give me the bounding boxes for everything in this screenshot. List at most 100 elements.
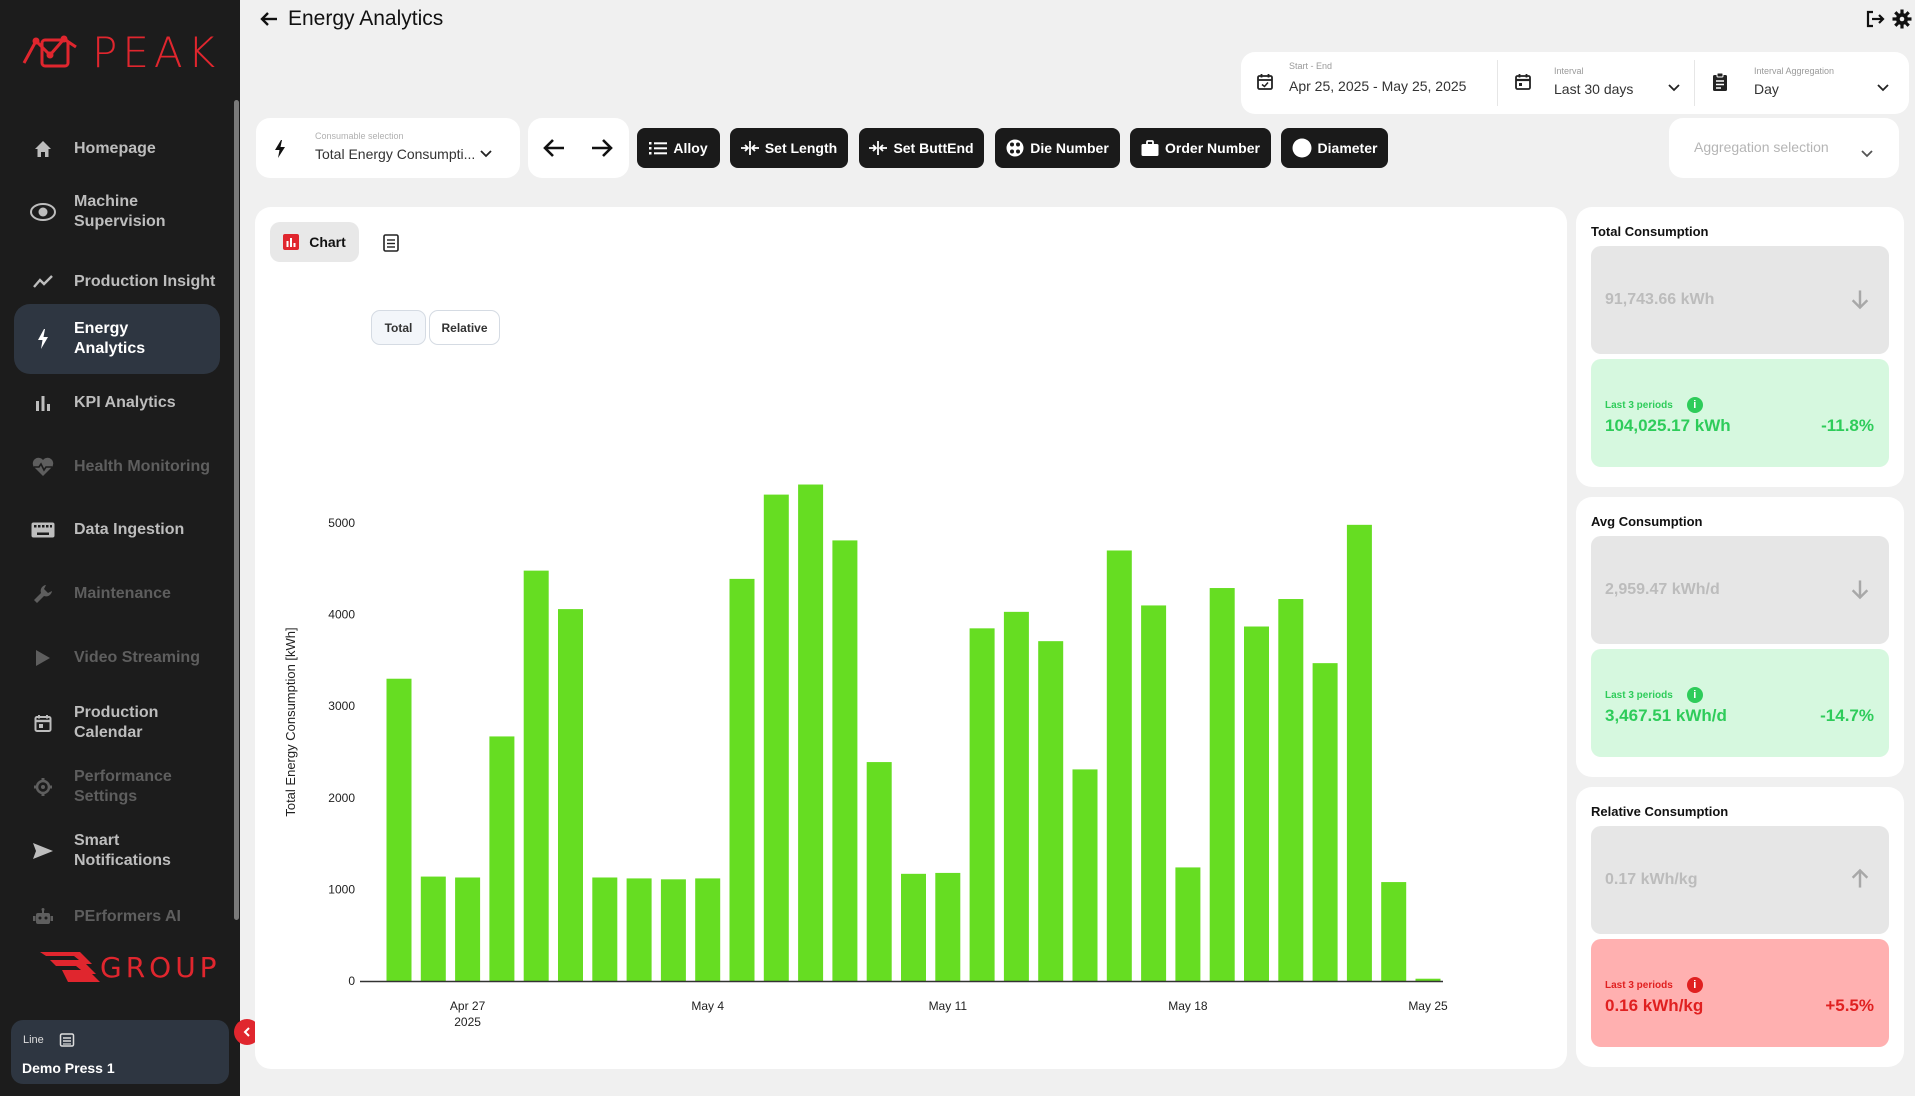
bar-apr-25[interactable]	[386, 678, 412, 981]
line-selector[interactable]: Line Demo Press 1	[11, 1020, 229, 1084]
kpi-period-value: 0.16 kWh/kg	[1605, 996, 1704, 1015]
sidebar-item-maintenance[interactable]: Maintenance	[14, 568, 220, 620]
robot-icon	[30, 904, 56, 930]
bar-apr-28[interactable]	[489, 736, 515, 981]
settings-gear-icon[interactable]	[1891, 8, 1913, 30]
bar-may-5[interactable]	[729, 578, 755, 981]
kpi-change-percent: -11.8%	[1821, 416, 1874, 435]
compress-arrows-icon	[740, 141, 759, 155]
bar-chart-icon	[30, 390, 56, 416]
aggregation-selection-placeholder: Aggregation selection	[1694, 139, 1829, 155]
alloy-filter-button[interactable]: Alloy	[637, 128, 720, 168]
sidebar-item-production-insight[interactable]: Production Insight	[14, 256, 220, 308]
kpi-value: 2,959.47 kWh/d	[1605, 581, 1720, 598]
set-buttend-filter-button[interactable]: Set ButtEnd	[859, 128, 984, 168]
bar-may-9[interactable]	[866, 762, 892, 981]
sidebar-item-energy-analytics[interactable]: Energy Analytics	[14, 304, 220, 374]
bar-may-1[interactable]	[592, 877, 618, 981]
bar-may-19[interactable]	[1209, 588, 1235, 981]
previous-period-arrow-icon[interactable]	[542, 137, 566, 159]
interval-value: Last 30 days	[1554, 81, 1634, 97]
y-tick-label: 5000	[328, 516, 355, 530]
sidebar-item-homepage[interactable]: Homepage	[14, 123, 220, 175]
info-icon[interactable]: i	[1686, 687, 1703, 703]
kpi-current-value-box: 91,743.66 kWh	[1591, 246, 1889, 354]
consumable-select[interactable]: Consumable selection Total Energy Consum…	[256, 118, 520, 178]
sidebar-item-data-ingestion[interactable]: Data Ingestion	[14, 504, 220, 556]
kpi-period-value: 3,467.51 kWh/d	[1605, 706, 1727, 725]
bar-may-25[interactable]	[1415, 978, 1441, 981]
sidebar-scrollbar[interactable]	[234, 100, 239, 920]
die-number-filter-button[interactable]: Die Number	[995, 128, 1120, 168]
bar-may-17[interactable]	[1141, 605, 1167, 981]
list-icon	[59, 1033, 75, 1047]
calendar-icon	[30, 710, 56, 736]
wrench-icon	[30, 581, 56, 607]
chevron-down-icon	[1861, 150, 1873, 158]
aggregation-label: Interval Aggregation	[1754, 66, 1835, 76]
sidebar-item-production-calendar[interactable]: Production Calendar	[14, 691, 220, 755]
arrow-up-icon	[1851, 868, 1869, 888]
next-period-arrow-icon[interactable]	[590, 137, 614, 159]
sidebar-item-label: Energy Analytics	[74, 320, 146, 357]
bar-may-20[interactable]	[1244, 626, 1269, 981]
bar-may-21[interactable]	[1278, 599, 1304, 981]
set-length-filter-button[interactable]: Set Length	[730, 128, 848, 168]
consumable-value: Total Energy Consumpti...	[315, 146, 476, 162]
bar-apr-26[interactable]	[420, 876, 446, 981]
bar-may-15[interactable]	[1072, 769, 1098, 981]
bar-apr-29[interactable]	[523, 570, 549, 981]
bar-may-16[interactable]	[1106, 550, 1132, 981]
sidebar-item-label: Data Ingestion	[74, 521, 185, 538]
group-logo: GROUP	[40, 950, 221, 984]
date-range-picker[interactable]: Start - End Apr 25, 2025 - May 25, 2025	[1241, 52, 1497, 114]
sidebar-item-video-streaming[interactable]: Video Streaming	[14, 632, 220, 684]
back-arrow-icon[interactable]	[258, 8, 280, 30]
bar-may-23[interactable]	[1346, 524, 1372, 981]
bolt-icon	[275, 140, 285, 158]
x-tick-label: May 18	[1168, 999, 1208, 1013]
sidebar-item-performance-settings[interactable]: Performance Settings	[14, 755, 220, 819]
bar-may-14[interactable]	[1038, 641, 1064, 981]
bar-apr-30[interactable]	[558, 609, 583, 981]
arrow-down-icon	[1851, 580, 1869, 600]
bar-may-8[interactable]	[832, 540, 858, 981]
bar-may-24[interactable]	[1381, 882, 1407, 981]
sidebar-item-performers-ai[interactable]: PErformers AI	[14, 891, 220, 943]
peak-logo[interactable]: PEAK	[20, 28, 220, 77]
diameter-filter-label: Diameter	[1317, 140, 1378, 156]
bar-may-4[interactable]	[695, 878, 721, 981]
info-icon[interactable]: i	[1686, 397, 1703, 413]
kpi-period-label: Last 3 periods	[1605, 689, 1673, 701]
sidebar-item-health-monitoring[interactable]: Health Monitoring	[14, 441, 220, 493]
logout-icon[interactable]	[1864, 8, 1886, 30]
bar-may-22[interactable]	[1312, 663, 1338, 981]
interval-aggregation-select[interactable]: Interval Aggregation Day	[1695, 52, 1909, 114]
bar-may-7[interactable]	[798, 484, 824, 981]
bar-may-2[interactable]	[626, 878, 652, 981]
sidebar-item-machine-supervision[interactable]: Machine Supervision	[14, 180, 220, 244]
bar-may-6[interactable]	[763, 494, 789, 981]
sidebar-item-label: Video Streaming	[74, 649, 200, 666]
bar-may-3[interactable]	[660, 879, 686, 981]
sidebar-item-smart-notifications[interactable]: Smart Notifications	[14, 819, 220, 883]
group-name: GROUP	[100, 950, 221, 984]
interval-select[interactable]: Interval Last 30 days	[1498, 52, 1694, 114]
bar-may-13[interactable]	[1003, 611, 1029, 981]
diameter-filter-button[interactable]: Diameter	[1281, 128, 1388, 168]
bar-may-10[interactable]	[901, 873, 926, 981]
bar-may-12[interactable]	[969, 628, 995, 981]
order-number-filter-button[interactable]: Order Number	[1130, 128, 1271, 168]
kpi-change-percent: -14.7%	[1820, 706, 1874, 725]
group-logo-icon	[40, 952, 100, 982]
y-tick-label: 0	[348, 974, 355, 988]
info-icon[interactable]: i	[1686, 977, 1703, 993]
brand-name: PEAK	[92, 28, 221, 77]
bar-apr-27[interactable]	[455, 877, 481, 981]
sidebar-item-kpi-analytics[interactable]: KPI Analytics	[14, 377, 220, 429]
aggregation-selection-select[interactable]: Aggregation selection	[1669, 118, 1899, 178]
bar-may-18[interactable]	[1175, 867, 1201, 981]
bar-may-11[interactable]	[935, 872, 961, 981]
interval-label: Interval	[1554, 66, 1584, 76]
kpi-value: 0.17 kWh/kg	[1605, 871, 1698, 888]
